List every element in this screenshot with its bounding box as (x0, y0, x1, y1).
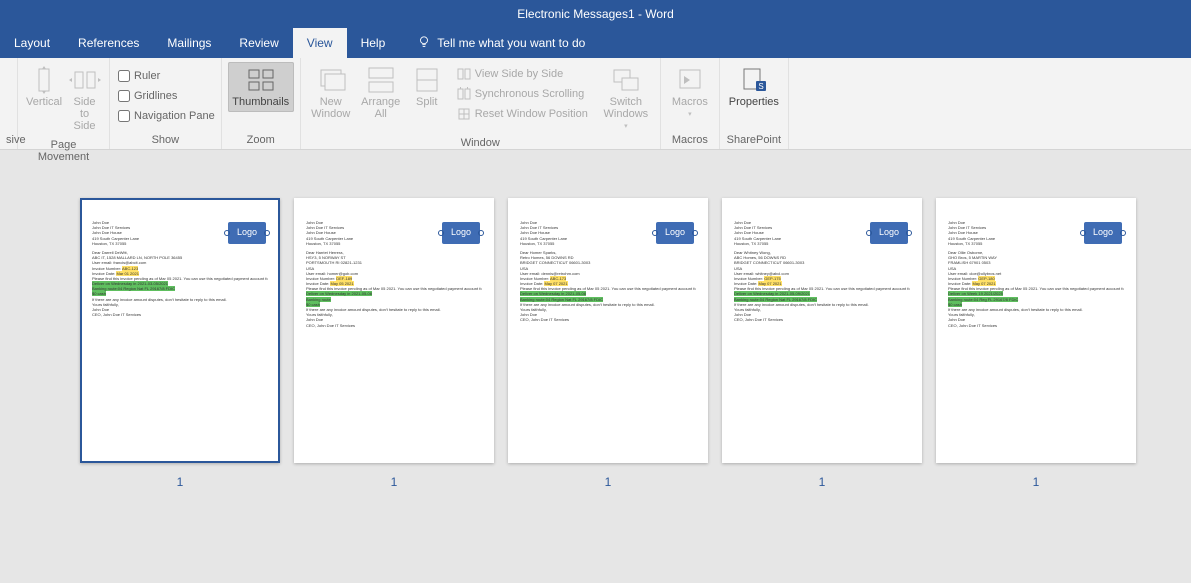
thumbnails-button[interactable]: Thumbnails (228, 62, 294, 112)
tab-layout[interactable]: Layout (0, 28, 64, 58)
tab-help[interactable]: Help (347, 28, 400, 58)
new-window-label: New Window (311, 96, 350, 120)
doc-line: CEO, John Doe IT Services (734, 317, 910, 322)
page-number: 1 (1033, 475, 1040, 489)
logo-placeholder: Logo (870, 222, 908, 244)
doc-line: CEO, John Doe IT Services (948, 323, 1124, 328)
macros-icon (674, 66, 706, 94)
group-immersive: sive (0, 58, 18, 149)
chevron-down-icon: ▾ (688, 110, 692, 118)
page-thumbnail[interactable]: LogoJohn DoeJohn Doe IT ServicesJohn Doe… (722, 198, 922, 463)
group-label-sharepoint: SharePoint (726, 131, 782, 149)
thumbnails-icon (245, 66, 277, 94)
thumbnail-wrap: LogoJohn DoeJohn Doe IT ServicesJohn Doe… (508, 198, 708, 583)
reset-window-icon (457, 107, 471, 121)
side-to-side-label: Side to Side (68, 96, 101, 132)
tab-mailings[interactable]: Mailings (153, 28, 225, 58)
reset-window-position-button[interactable]: Reset Window Position (453, 104, 592, 124)
arrange-all-label: Arrange All (361, 96, 400, 120)
tab-references[interactable]: References (64, 28, 153, 58)
switch-windows-icon (610, 66, 642, 94)
macros-button[interactable]: Macros ▾ (667, 62, 713, 122)
group-macros: Macros ▾ Macros (661, 58, 720, 149)
group-label-immersive: sive (6, 131, 15, 149)
doc-line: CEO, John Doe IT Services (92, 312, 268, 317)
sync-scroll-icon (457, 87, 471, 101)
group-window: New Window Arrange All Split View Side b… (301, 58, 661, 149)
group-label-zoom: Zoom (228, 131, 294, 149)
svg-text:S: S (758, 82, 763, 91)
arrange-all-icon (365, 66, 397, 94)
side-to-side-button[interactable]: Side to Side (66, 62, 103, 136)
page-thumbnail[interactable]: LogoJohn DoeJohn Doe IT ServicesJohn Doe… (508, 198, 708, 463)
page-number: 1 (391, 475, 398, 489)
properties-icon: S (738, 66, 770, 94)
group-label-show: Show (116, 131, 215, 149)
side-to-side-icon (69, 66, 101, 94)
group-zoom: Thumbnails Zoom (222, 58, 301, 149)
properties-label: Properties (729, 96, 779, 108)
logo-placeholder: Logo (656, 222, 694, 244)
arrange-all-button[interactable]: Arrange All (357, 62, 405, 124)
gridlines-checkbox[interactable]: Gridlines (116, 86, 215, 106)
thumbnail-wrap: LogoJohn DoeJohn Doe IT ServicesJohn Doe… (936, 198, 1136, 583)
menu-bar: Layout References Mailings Review View H… (0, 28, 1191, 58)
page-thumbnail[interactable]: LogoJohn DoeJohn Doe IT ServicesJohn Doe… (80, 198, 280, 463)
doc-line: CEO, John Doe IT Services (306, 323, 482, 328)
split-icon (411, 66, 443, 94)
thumbnails-area: LogoJohn DoeJohn Doe IT ServicesJohn Doe… (0, 150, 1191, 583)
group-page-movement: Vertical Side to Side Page Movement (18, 58, 110, 149)
logo-placeholder: Logo (1084, 222, 1122, 244)
ribbon: sive Vertical Side to Side Page Movement… (0, 58, 1191, 150)
document-title: Electronic Messages1 - Word (517, 7, 674, 21)
split-label: Split (416, 96, 437, 108)
title-bar: Electronic Messages1 - Word (0, 0, 1191, 28)
doc-line: CEO, John Doe IT Services (520, 317, 696, 322)
page-thumbnail[interactable]: LogoJohn DoeJohn Doe IT ServicesJohn Doe… (936, 198, 1136, 463)
navigation-pane-checkbox[interactable]: Navigation Pane (116, 106, 215, 126)
split-button[interactable]: Split (407, 62, 447, 112)
synchronous-scrolling-button[interactable]: Synchronous Scrolling (453, 84, 592, 104)
thumbnail-wrap: LogoJohn DoeJohn Doe IT ServicesJohn Doe… (722, 198, 922, 583)
thumbnail-wrap: LogoJohn DoeJohn Doe IT ServicesJohn Doe… (294, 198, 494, 583)
chevron-down-icon: ▾ (624, 122, 628, 130)
thumbnails-label: Thumbnails (232, 96, 289, 108)
tab-review[interactable]: Review (225, 28, 292, 58)
logo-placeholder: Logo (228, 222, 266, 244)
group-sharepoint: S Properties SharePoint (720, 58, 789, 149)
tell-me-search[interactable]: Tell me what you want to do (403, 28, 599, 58)
vertical-button[interactable]: Vertical (24, 62, 64, 136)
ruler-checkbox[interactable]: Ruler (116, 66, 215, 86)
switch-windows-button[interactable]: Switch Windows ▾ (598, 62, 654, 134)
lightbulb-icon (417, 35, 431, 52)
new-window-icon (315, 66, 347, 94)
group-show: Ruler Gridlines Navigation Pane Show (110, 58, 222, 149)
macros-label: Macros (672, 96, 708, 108)
new-window-button[interactable]: New Window (307, 62, 355, 124)
page-number: 1 (819, 475, 826, 489)
page-number: 1 (177, 475, 184, 489)
tab-view[interactable]: View (293, 28, 347, 58)
side-by-side-icon (457, 67, 471, 81)
switch-windows-label: Switch Windows (604, 96, 649, 120)
group-label-macros: Macros (667, 131, 713, 149)
tell-me-label: Tell me what you want to do (437, 36, 585, 50)
page-number: 1 (605, 475, 612, 489)
page-thumbnail[interactable]: LogoJohn DoeJohn Doe IT ServicesJohn Doe… (294, 198, 494, 463)
logo-placeholder: Logo (442, 222, 480, 244)
vertical-label: Vertical (26, 96, 62, 108)
view-side-by-side-button[interactable]: View Side by Side (453, 64, 592, 84)
vertical-icon (28, 66, 60, 94)
properties-button[interactable]: S Properties (726, 62, 782, 112)
thumbnail-wrap: LogoJohn DoeJohn Doe IT ServicesJohn Doe… (80, 198, 280, 583)
